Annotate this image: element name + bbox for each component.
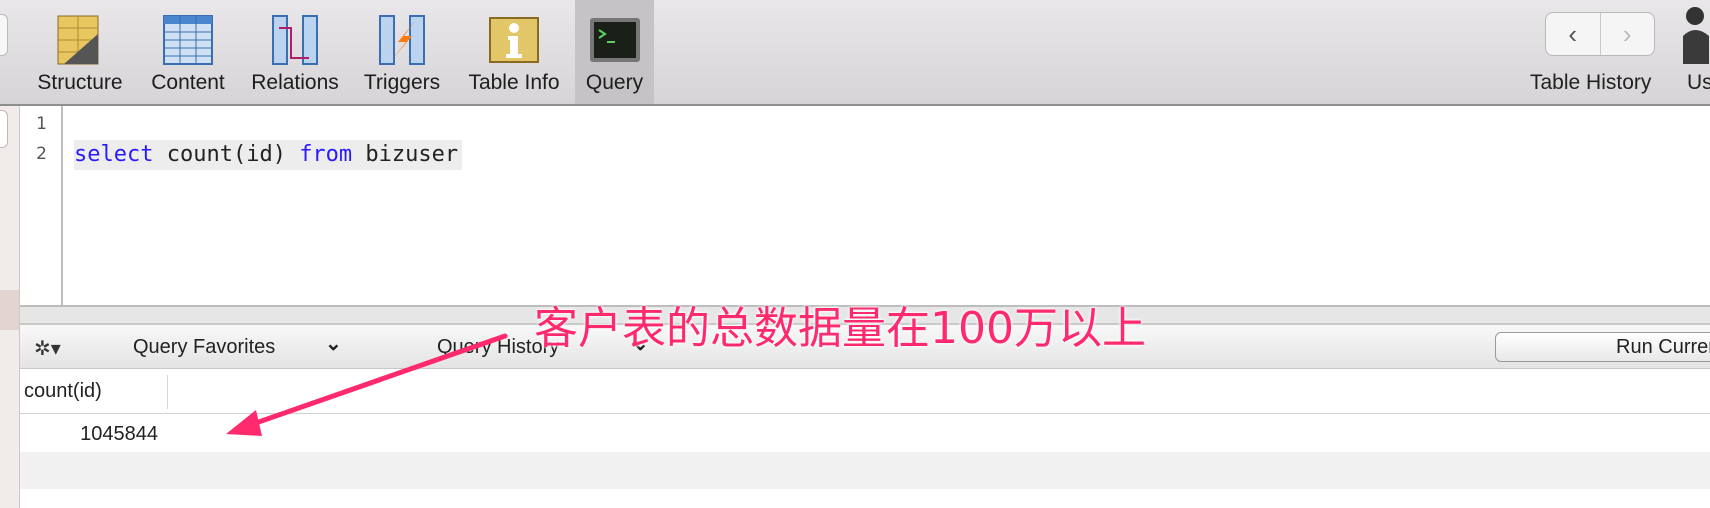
annotation-arrow-icon: [226, 333, 508, 436]
